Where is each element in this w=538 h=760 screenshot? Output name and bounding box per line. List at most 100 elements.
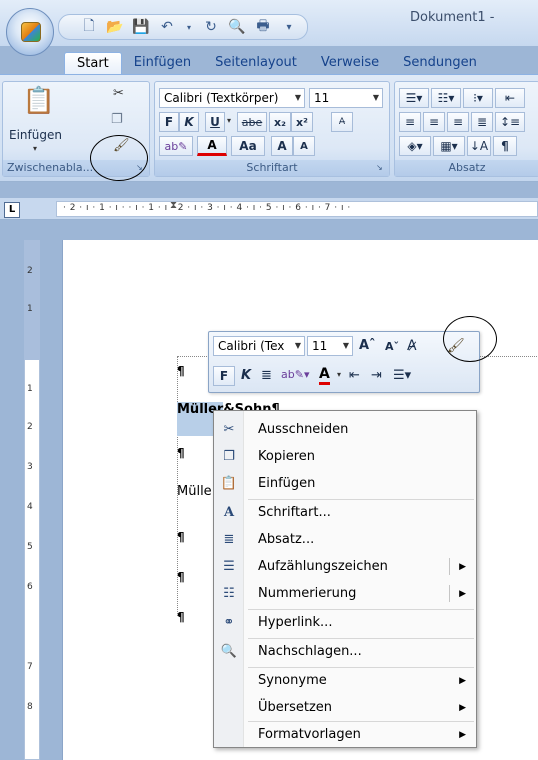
mini-font-name-combo[interactable]: Calibri (Tex ▼: [213, 336, 305, 356]
menu-item-absatz[interactable]: ≣ Absatz...: [214, 526, 476, 553]
font-size-combo[interactable]: 11 ▼: [309, 88, 383, 108]
font-dialog-launcher-icon[interactable]: ↘: [376, 163, 386, 173]
menu-item-aufzaehlungszeichen[interactable]: ☰ Aufzählungszeichen ▶: [214, 553, 476, 580]
tab-start[interactable]: Start: [64, 52, 122, 74]
chevron-down-icon[interactable]: ▾: [227, 116, 231, 125]
hyperlink-icon: ⚭: [223, 615, 235, 630]
mini-grow-font-icon[interactable]: Aˆ: [359, 338, 376, 353]
bold-button[interactable]: F: [159, 112, 179, 132]
menu-item-label: Ausschneiden: [258, 422, 349, 437]
print-preview-icon[interactable]: 🔍: [228, 19, 245, 35]
menu-item-synonyme[interactable]: Synonyme ▶: [214, 667, 476, 694]
tab-einfuegen[interactable]: Einfügen: [122, 52, 203, 74]
mini-italic-button[interactable]: K: [241, 368, 251, 383]
multilevel-list-icon[interactable]: ⁝▾: [463, 88, 493, 108]
quick-access-toolbar: 🗋 📂 💾 ↶ ▾ ↻ 🔍 🖶 ▾: [58, 14, 308, 40]
mini-shrink-font-icon[interactable]: Aˇ: [385, 340, 399, 353]
mini-bold-button[interactable]: F: [213, 366, 235, 386]
tab-verweise[interactable]: Verweise: [309, 52, 391, 74]
document-line-2[interactable]: Mülle: [177, 484, 212, 499]
menu-item-ausschneiden[interactable]: ✂ Ausschneiden: [214, 416, 476, 443]
mini-styles-icon[interactable]: A̷: [407, 338, 417, 354]
borders-icon[interactable]: ▦▾: [433, 136, 465, 156]
underline-button[interactable]: U: [205, 112, 225, 132]
open-folder-icon[interactable]: 📂: [106, 19, 123, 35]
mini-highlight-icon[interactable]: ab✎▾: [281, 368, 309, 381]
font-name-combo[interactable]: Calibri (Textkörper) ▼: [159, 88, 305, 108]
shrink-font-button[interactable]: A: [293, 136, 315, 156]
subscript-button[interactable]: x₂: [269, 112, 291, 132]
menu-item-kopieren[interactable]: ❐ Kopieren: [214, 443, 476, 470]
paste-dropdown-icon[interactable]: ▾: [33, 144, 37, 153]
align-left-icon[interactable]: ≡: [399, 112, 421, 132]
redo-icon[interactable]: ↻: [203, 19, 219, 35]
copy-icon[interactable]: ❐: [111, 112, 123, 127]
tab-selector[interactable]: L: [4, 202, 20, 218]
justify-icon[interactable]: ≣: [471, 112, 493, 132]
menu-item-schriftart[interactable]: A Schriftart...: [214, 499, 476, 526]
shading-icon[interactable]: ◈▾: [399, 136, 431, 156]
qat-customize-icon[interactable]: ▾: [281, 19, 297, 35]
save-icon[interactable]: 💾: [132, 19, 149, 35]
new-document-icon[interactable]: 🗋: [81, 18, 97, 35]
tab-seitenlayout[interactable]: Seitenlayout: [203, 52, 309, 74]
office-logo-icon: [21, 22, 41, 42]
pilcrow-mark: ¶: [177, 530, 185, 544]
vruler-num: 2: [27, 422, 33, 432]
menu-item-label: Synonyme: [258, 673, 327, 688]
mini-font-color-button[interactable]: A: [319, 366, 330, 385]
submenu-arrow-icon: ▶: [459, 561, 466, 572]
italic-button[interactable]: K: [179, 112, 199, 132]
menu-item-hyperlink[interactable]: ⚭ Hyperlink...: [214, 609, 476, 636]
mini-decrease-indent-icon[interactable]: ⇤: [349, 368, 360, 383]
numbering-icon[interactable]: ☷▾: [431, 88, 461, 108]
clear-formatting-icon[interactable]: A̶: [331, 112, 353, 132]
horizontal-ruler[interactable]: · 2 · ı · 1 · ı · · ı · 1 · ı · 2 · ı · …: [56, 201, 538, 217]
vruler-num: 8: [27, 702, 33, 712]
show-formatting-button[interactable]: ¶: [493, 136, 517, 156]
grow-font-button[interactable]: A: [271, 136, 293, 156]
font-name-value: Calibri (Textkörper): [164, 91, 279, 105]
strikethrough-button[interactable]: abe: [237, 112, 267, 132]
submenu-arrow-icon: ▶: [459, 675, 466, 686]
pilcrow-mark: ¶: [177, 446, 185, 460]
cut-icon[interactable]: ✂: [113, 86, 124, 101]
undo-dropdown-icon[interactable]: ▾: [185, 19, 193, 35]
undo-icon[interactable]: ↶: [159, 19, 175, 35]
menu-item-nummerierung[interactable]: ☷ Nummerierung ▶: [214, 580, 476, 607]
font-color-button[interactable]: A: [197, 136, 227, 156]
menu-item-nachschlagen[interactable]: 🔍 Nachschlagen...: [214, 638, 476, 665]
mini-center-icon[interactable]: ≣: [261, 368, 272, 383]
indent-marker-icon[interactable]: ⧗: [170, 200, 177, 211]
menu-item-label: Übersetzen: [258, 700, 333, 715]
vruler-num: 7: [27, 662, 33, 672]
change-case-button[interactable]: Aa: [231, 136, 265, 156]
office-button[interactable]: [6, 8, 54, 56]
paste-icon: 📋: [220, 476, 238, 491]
pilcrow-mark: ¶: [177, 364, 185, 378]
submenu-arrow-icon: ▶: [459, 729, 466, 740]
print-icon[interactable]: 🖶: [255, 18, 271, 35]
menu-item-uebersetzen[interactable]: Übersetzen ▶: [214, 694, 476, 721]
highlight-color-icon[interactable]: ab✎: [159, 136, 193, 156]
decrease-indent-icon[interactable]: ⇤: [495, 88, 525, 108]
align-right-icon[interactable]: ≡: [447, 112, 469, 132]
menu-item-formatvorlagen[interactable]: Formatvorlagen ▶: [214, 721, 476, 748]
align-center-icon[interactable]: ≡: [423, 112, 445, 132]
mini-bullets-icon[interactable]: ☰▾: [393, 368, 411, 383]
selection-highlight: [177, 414, 213, 436]
line-spacing-icon[interactable]: ↕≡: [495, 112, 525, 132]
menu-item-label: Nummerierung: [258, 586, 357, 601]
menu-item-einfuegen[interactable]: 📋 Einfügen: [214, 470, 476, 497]
mini-font-size-combo[interactable]: 11 ▼: [307, 336, 353, 356]
menu-item-label: Absatz...: [258, 532, 315, 547]
paste-icon[interactable]: 📋: [17, 86, 61, 126]
paste-button-label[interactable]: Einfügen: [9, 128, 62, 142]
mini-toolbar: Calibri (Tex ▼ 11 ▼ Aˆ Aˇ A̷ 🖌 F K ≣ ab✎…: [208, 331, 480, 393]
sort-icon[interactable]: ↓A: [467, 136, 491, 156]
superscript-button[interactable]: x²: [291, 112, 313, 132]
mini-increase-indent-icon[interactable]: ⇥: [371, 368, 382, 383]
chevron-down-icon[interactable]: ▾: [337, 370, 341, 379]
tab-sendungen[interactable]: Sendungen: [391, 52, 489, 74]
bullets-icon[interactable]: ☰▾: [399, 88, 429, 108]
